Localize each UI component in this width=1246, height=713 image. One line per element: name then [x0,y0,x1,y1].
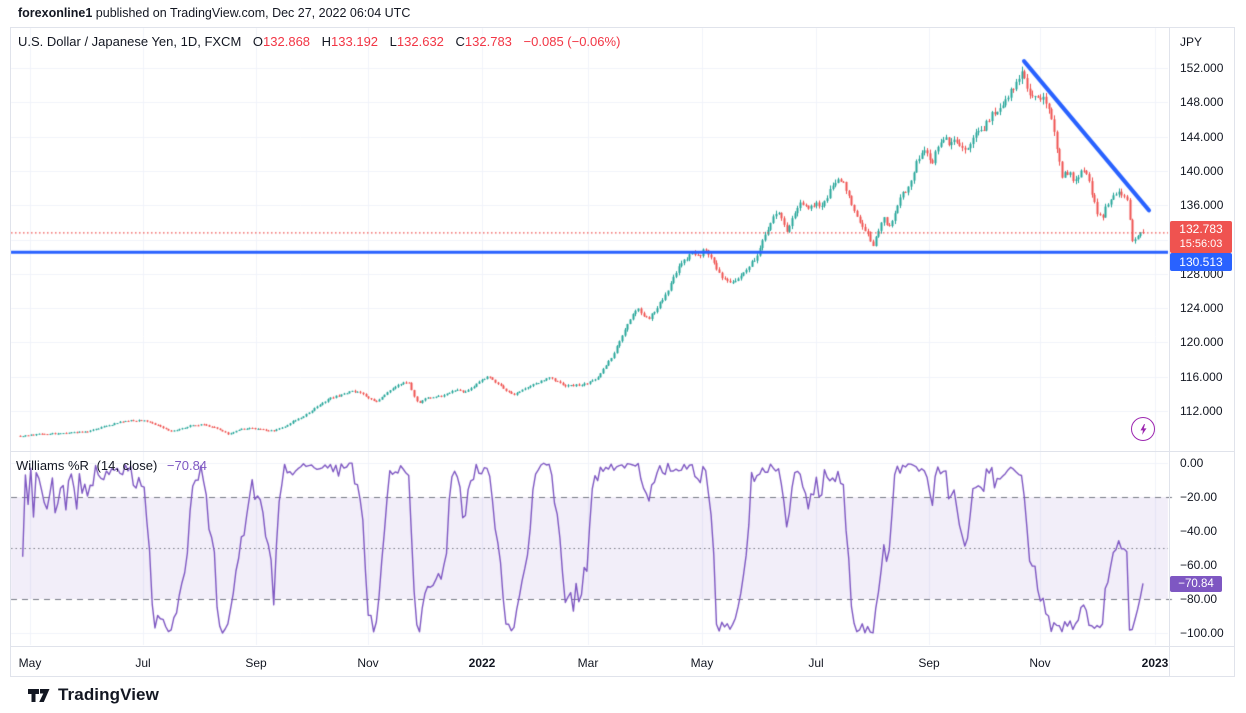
attribution-text: published on TradingView.com, Dec 27, 20… [92,6,411,20]
low-value: 132.632 [396,34,444,49]
time-tick-label: May [18,656,42,670]
timescale-separator [11,646,1234,647]
indicator-tick-label: −100.00 [1180,626,1224,640]
tradingview-brand-link[interactable]: TradingView [28,685,159,705]
indicator-value: −70.84 [166,458,208,473]
price-tick-label: 152.000 [1180,61,1224,75]
open-value: 132.868 [263,34,311,49]
price-tick-label: 148.000 [1180,95,1224,110]
indicator-params: (14, close) [96,458,158,473]
attribution-author: forexonline1 [18,6,93,20]
indicator-tick-label: −40.00 [1180,524,1218,538]
high-value: 133.192 [331,34,379,49]
williams-r-badge: −70.84 [1170,576,1222,592]
price-tick-label: 120.000 [1180,335,1224,350]
time-tick-label: May [690,656,714,670]
price-tick-label: 140.000 [1180,163,1224,178]
chart-widget-frame [10,27,1235,677]
price-tick-label: 116.000 [1180,369,1223,384]
last-price-value: 132.783 [1179,222,1223,236]
price-tick-label: 136.000 [1180,198,1224,213]
indicator-tick-label: −20.00 [1180,490,1218,504]
time-tick-label: Jul [808,656,824,670]
tradingview-logo-icon [28,688,50,702]
indicator-tick-label: −80.00 [1180,592,1218,606]
brand-name: TradingView [58,685,159,704]
time-tick-label: Mar [577,656,599,670]
flash-button[interactable] [1131,417,1155,441]
indicator-tick-label: 0.00 [1180,456,1204,470]
indicator-legend[interactable]: Williams %R (14, close) −70.84 [16,458,207,473]
time-tick-label: 2023 [1141,656,1169,670]
time-tick-label: Sep [245,656,267,670]
price-tick-label: 144.000 [1180,129,1224,144]
last-price-badge: 132.783 15:56:03 [1170,221,1232,253]
indicator-name: Williams %R [16,458,89,473]
close-label: C [455,34,465,49]
time-tick-label: Jul [135,656,151,670]
lightning-icon [1140,423,1146,435]
open-label: O [252,34,264,49]
tradingview-snapshot: forexonline1 published on TradingView.co… [0,0,1246,713]
symbol-title: U.S. Dollar / Japanese Yen, 1D, FXCM [18,34,242,49]
change-value: −0.085 (−0.06%) [523,34,621,49]
attribution-bar: forexonline1 published on TradingView.co… [18,6,410,20]
time-tick-label: Sep [918,656,940,670]
time-tick-label: 2022 [468,656,496,670]
chart-legend[interactable]: U.S. Dollar / Japanese Yen, 1D, FXCM O13… [18,34,620,49]
countdown-timer: 15:56:03 [1179,238,1223,250]
high-label: H [321,34,332,49]
currency-label: JPY [1180,35,1203,49]
close-value: 132.783 [464,34,512,49]
time-tick-label: Nov [1029,656,1051,670]
indicator-tick-label: −60.00 [1180,558,1218,572]
pane-separator[interactable] [11,451,1234,452]
price-tick-label: 124.000 [1180,301,1224,316]
time-tick-label: Nov [357,656,379,670]
low-label: L [389,34,397,49]
price-tick-label: 112.000 [1180,404,1223,418]
horizontal-line-badge: 130.513 [1170,253,1232,271]
